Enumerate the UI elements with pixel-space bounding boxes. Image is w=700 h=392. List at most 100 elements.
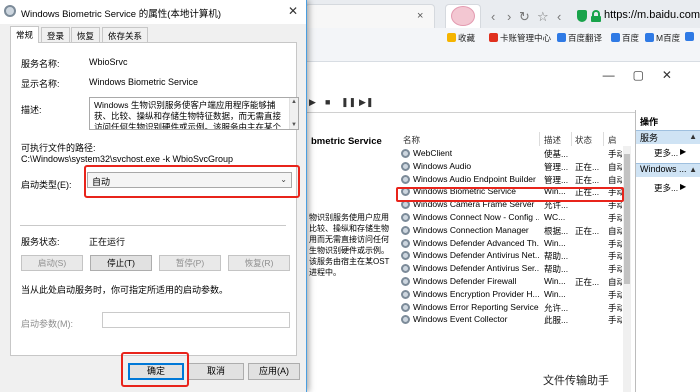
start-button[interactable]: 启动(S) xyxy=(21,255,83,271)
service-status-cell: 正在... xyxy=(575,225,599,236)
service-startup-cell: 手动 xyxy=(608,289,622,300)
play-icon[interactable]: ▶ xyxy=(309,97,316,108)
start-params-hint: 当从此处启动服务时，你可指定所适用的启动参数。 xyxy=(21,285,229,295)
service-status-cell: 正在... xyxy=(575,174,599,185)
service-desc-cell: Win... xyxy=(544,237,566,248)
stop-button[interactable]: 停止(T) xyxy=(90,255,152,271)
service-name-cell: Windows Defender Antivirus Ser... xyxy=(413,263,539,274)
tab-recovery[interactable]: 恢复 xyxy=(71,27,101,42)
table-row[interactable]: Windows Connect Now - Config ... WC... 手动 xyxy=(397,211,623,224)
service-startup-cell: 自动 xyxy=(608,277,622,287)
table-row[interactable]: Windows Defender Antivirus Ser... 帮助... 手动 xyxy=(397,262,623,275)
description-field[interactable]: Windows 生物识别服务使客户端应用程序能够捕获、比较、操纵和存储生物特征数… xyxy=(89,97,299,130)
paw-icon xyxy=(645,33,654,42)
service-desc-cell: 此服... xyxy=(544,315,569,326)
ok-button-highlight xyxy=(121,352,189,387)
window-controls[interactable]: —▢✕ xyxy=(603,68,690,82)
service-status-label: 服务状态: xyxy=(21,237,60,247)
divider xyxy=(305,112,635,113)
service-name-cell: Windows Audio xyxy=(413,160,472,171)
exe-path-label: 可执行文件的路径: xyxy=(21,143,96,153)
pause-icon[interactable]: ❚❚ xyxy=(341,97,356,108)
browser-tab[interactable] xyxy=(305,4,435,28)
back-icon[interactable]: ‹ xyxy=(491,9,495,24)
start-params-label: 启动参数(M): xyxy=(21,319,73,329)
collapse-icon[interactable]: ▲ xyxy=(689,165,697,174)
bookmark-baidu-translate[interactable]: 百度翻译 xyxy=(557,32,602,44)
more-actions-link[interactable]: 更多... ▶ xyxy=(654,182,686,194)
gear-icon xyxy=(4,5,16,17)
column-header-status[interactable]: 状态 xyxy=(575,134,592,146)
table-row[interactable]: Windows Defender Firewall Win... 正在... 自动 xyxy=(397,275,623,288)
column-divider[interactable] xyxy=(539,132,540,146)
service-description-text: 物识别服务使用户应用比较、操纵和存储生物用而无需直接访问任何生物识别硬件或示例。… xyxy=(309,213,390,277)
start-params-input[interactable] xyxy=(102,312,290,328)
actions-section-selected[interactable]: Windows ... ▲ xyxy=(636,163,700,177)
column-header-startup[interactable]: 启 xyxy=(608,134,617,146)
file-transfer-helper[interactable]: 文件传输助手 xyxy=(543,372,609,388)
forward-icon[interactable]: › xyxy=(507,9,511,24)
restart-icon[interactable]: ▶❚ xyxy=(359,97,373,108)
table-row[interactable]: Windows Event Collector 此服... 手动 xyxy=(397,313,623,326)
service-desc-cell: WC... xyxy=(544,212,566,222)
service-startup-cell: 手动 xyxy=(608,315,622,326)
actions-section-services[interactable]: 服务 ▲ xyxy=(636,130,700,144)
address-bar[interactable]: https://m.baidu.com/ xyxy=(604,9,700,21)
table-row[interactable]: Windows Audio Endpoint Builder 管理... 正在...… xyxy=(397,173,623,186)
bookmark-baidu-search[interactable] xyxy=(685,32,696,42)
pause-button[interactable]: 暂停(P) xyxy=(159,255,221,271)
actions-pane: 操作 服务 ▲ 更多... ▶ Windows ... ▲ 更多... ▶ xyxy=(635,110,700,392)
table-row[interactable]: Windows Encryption Provider H... Win... 手动 xyxy=(397,288,623,301)
gear-icon xyxy=(401,315,410,325)
service-desc-cell: Win... xyxy=(544,276,566,286)
bookmark-baidu[interactable]: 百度 xyxy=(611,32,639,44)
scrollbar[interactable] xyxy=(623,146,631,392)
column-header-desc[interactable]: 描述 xyxy=(544,134,561,146)
translate-icon xyxy=(557,33,566,42)
service-desc-cell: 管理... xyxy=(544,161,569,172)
service-name-cell: Windows Defender Antivirus Net... xyxy=(413,250,539,261)
table-row[interactable]: Windows Audio 管理... 正在... 自动 xyxy=(397,160,623,173)
bookmark-card-center[interactable]: 卡账管理中心 xyxy=(489,32,551,44)
table-row[interactable]: Windows Defender Advanced Th... Win... 手动 xyxy=(397,237,623,250)
startup-type-label: 启动类型(E): xyxy=(21,180,72,190)
tab-logon[interactable]: 登录 xyxy=(41,27,71,42)
table-row[interactable]: Windows Error Reporting Service 允许... 手动 xyxy=(397,301,623,314)
table-row[interactable]: WebClient 使基... 手动 xyxy=(397,147,623,160)
star-icon[interactable]: ☆ xyxy=(537,9,549,25)
more-actions-link[interactable]: 更多... ▶ xyxy=(654,147,686,159)
table-row[interactable]: Windows Defender Antivirus Net... 帮助... 手动 xyxy=(397,249,623,262)
bookmark-m-baidu[interactable]: M百度 xyxy=(645,32,680,44)
cancel-button[interactable]: 取消 xyxy=(188,363,244,380)
scroll-down-icon[interactable]: ▼ xyxy=(291,122,297,128)
services-window: —▢✕ ▶ ■ ❚❚ ▶❚ bmetric Service 物识别服务使用户应用… xyxy=(305,62,700,392)
gear-icon xyxy=(401,264,410,274)
apply-button[interactable]: 应用(A) xyxy=(248,363,300,380)
stop-icon[interactable]: ■ xyxy=(325,97,330,107)
table-row[interactable]: Windows Connection Manager 根据... 正在... 自动 xyxy=(397,224,623,237)
refresh-icon[interactable]: ↻ xyxy=(519,9,530,25)
actions-header: 操作 xyxy=(640,117,659,127)
scroll-up-icon[interactable]: ▲ xyxy=(291,99,297,105)
bookmark-favorites[interactable]: 收藏 xyxy=(447,32,475,44)
paw-icon xyxy=(685,32,694,41)
service-name-label: 服务名称: xyxy=(21,59,60,69)
tab-dependencies[interactable]: 依存关系 xyxy=(102,27,149,42)
tab-general[interactable]: 常规 xyxy=(10,26,40,43)
tab-close-icon[interactable]: × xyxy=(417,10,423,22)
service-desc-cell: 管理... xyxy=(544,174,569,185)
service-name-cell: Windows Connect Now - Config ... xyxy=(413,212,539,222)
back-icon[interactable]: ‹ xyxy=(557,9,561,24)
column-divider[interactable] xyxy=(571,132,572,146)
column-divider[interactable] xyxy=(603,132,604,146)
avatar[interactable] xyxy=(451,6,475,26)
scrollbar[interactable]: ▲ ▼ xyxy=(289,98,298,129)
close-button[interactable]: ✕ xyxy=(280,0,306,23)
service-startup-cell: 自动 xyxy=(608,174,622,185)
selected-service-highlight xyxy=(396,187,624,202)
gear-icon xyxy=(401,161,410,171)
collapse-icon[interactable]: ▲ xyxy=(689,132,697,141)
service-name-cell: Windows Encryption Provider H... xyxy=(413,288,539,299)
column-header-name[interactable]: 名称 xyxy=(403,134,420,146)
resume-button[interactable]: 恢复(R) xyxy=(228,255,290,271)
